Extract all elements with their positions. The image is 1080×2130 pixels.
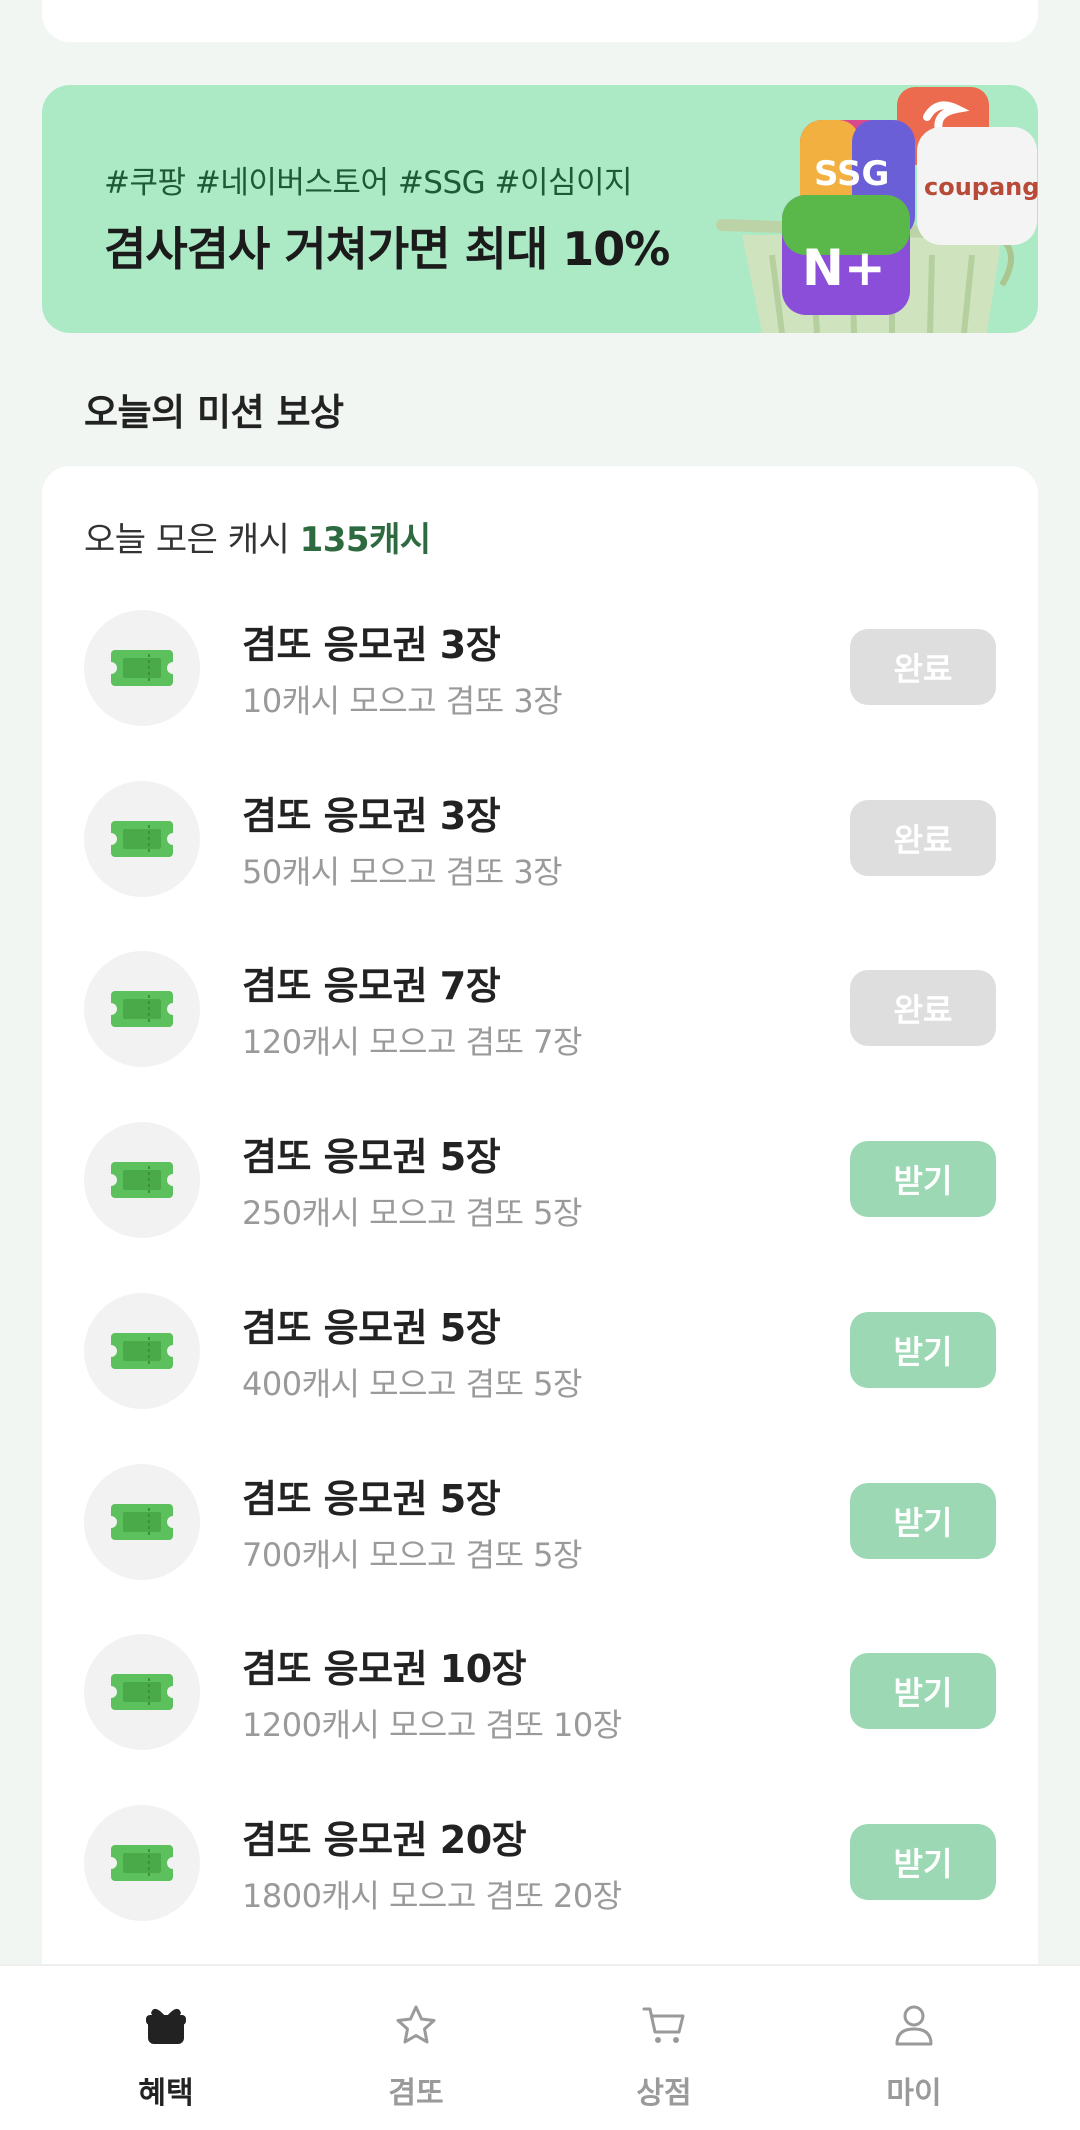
naver-plus-logo-text: N+ <box>802 239 886 297</box>
ticket-thumb <box>84 780 200 897</box>
cash-summary: 오늘 모은 캐시 135캐시 <box>84 512 431 561</box>
star-icon <box>396 2005 436 2044</box>
ticket-thumb <box>84 1804 200 1921</box>
shopping-basket-illustration: coupang SSG N+ <box>716 87 1038 333</box>
mission-row: 겸또 응모권 7장 120캐시 모으고 겸또 7장 완료 <box>42 951 1038 1101</box>
mission-row: 겸또 응모권 10장 1200캐시 모으고 겸또 10장 받기 <box>42 1634 1038 1784</box>
mission-title: 겸또 응모권 3장 <box>242 793 501 838</box>
mission-subtitle: 10캐시 모으고 겸또 3장 <box>242 682 563 720</box>
coupang-logo-text: coupang <box>924 173 1038 201</box>
claim-button[interactable]: 받기 <box>850 1653 996 1730</box>
mission-subtitle: 120캐시 모으고 겸또 7장 <box>242 1023 582 1062</box>
ticket-icon <box>111 1674 173 1711</box>
ticket-icon <box>111 1844 173 1881</box>
mission-subtitle: 50캐시 모으고 겸또 3장 <box>242 852 563 891</box>
banner-title: 겸사겸사 거쳐가면 최대 10% <box>104 222 670 276</box>
ticket-thumb <box>84 1122 200 1239</box>
mission-title: 겸또 응모권 10장 <box>242 1647 527 1692</box>
completed-button[interactable]: 완료 <box>850 799 996 876</box>
ticket-icon <box>111 1162 173 1199</box>
mission-card: 오늘 모은 캐시 135캐시 겸또 응모권 3장 10캐시 모으고 겸또 3장 완료… <box>42 466 1038 2026</box>
person-icon <box>895 2005 933 2046</box>
cash-amount: 135캐시 <box>299 520 432 560</box>
ticket-thumb <box>84 610 200 726</box>
promo-banner[interactable]: #쿠팡 #네이버스토어 #SSG #이심이지 겸사겸사 거쳐가면 최대 10% … <box>42 85 1038 333</box>
claim-button[interactable]: 받기 <box>850 1141 996 1218</box>
mission-title: 겸또 응모권 5장 <box>242 1476 501 1521</box>
ticket-thumb <box>84 1463 200 1580</box>
mission-row: 겸또 응모권 5장 700캐시 모으고 겸또 5장 받기 <box>42 1463 1038 1614</box>
nav-label: 겸또 <box>388 2076 444 2111</box>
ticket-icon <box>111 650 173 686</box>
ticket-icon <box>111 820 173 857</box>
mission-row: 겸또 응모권 20장 1800캐시 모으고 겸또 20장 받기 <box>42 1804 1038 1955</box>
mission-title: 겸또 응모권 5장 <box>242 1135 501 1180</box>
mission-title: 겸또 응모권 3장 <box>242 623 501 667</box>
page: #쿠팡 #네이버스토어 #SSG #이심이지 겸사겸사 거쳐가면 최대 10% … <box>0 0 1080 2130</box>
ticket-thumb <box>84 1292 200 1409</box>
ticket-icon <box>111 991 173 1028</box>
section-title: 오늘의 미션 보상 <box>84 391 344 434</box>
claim-button[interactable]: 받기 <box>850 1482 996 1559</box>
nav-tab-my[interactable]: 마이 <box>814 1966 1014 2130</box>
mission-row: 겸또 응모권 5장 400캐시 모으고 겸또 5장 받기 <box>42 1292 1038 1443</box>
nav-tab-shop[interactable]: 상점 <box>564 1966 764 2130</box>
gift-icon <box>146 2008 186 2044</box>
ssg-logo-text: SSG <box>814 154 889 194</box>
ticket-icon <box>111 1332 173 1369</box>
banner-tags: #쿠팡 #네이버스토어 #SSG #이심이지 <box>104 165 633 201</box>
mission-row: 겸또 응모권 3장 50캐시 모으고 겸또 3장 완료 <box>42 780 1038 931</box>
mission-subtitle: 1800캐시 모으고 겸또 20장 <box>242 1876 622 1915</box>
claim-button[interactable]: 받기 <box>850 1311 996 1388</box>
mission-title: 겸또 응모권 5장 <box>242 1305 501 1350</box>
top-card <box>42 0 1038 42</box>
mission-subtitle: 1200캐시 모으고 겸또 10장 <box>242 1706 622 1745</box>
completed-button[interactable]: 완료 <box>850 970 996 1047</box>
claim-button[interactable]: 받기 <box>850 1823 996 1900</box>
mission-title: 겸또 응모권 20장 <box>242 1817 527 1862</box>
nav-label: 혜택 <box>138 2076 194 2111</box>
ticket-icon <box>111 1503 173 1540</box>
mission-subtitle: 700캐시 모으고 겸또 5장 <box>242 1535 582 1574</box>
mission-row: 겸또 응모권 3장 10캐시 모으고 겸또 3장 완료 <box>42 610 1038 760</box>
completed-button[interactable]: 완료 <box>850 629 996 705</box>
ticket-thumb <box>84 951 200 1068</box>
cart-icon <box>642 2007 685 2043</box>
mission-title: 겸또 응모권 7장 <box>242 964 501 1009</box>
cash-summary-label: 오늘 모은 캐시 <box>84 520 300 560</box>
nav-tab-benefits[interactable]: 혜택 <box>66 1966 266 2130</box>
ticket-thumb <box>84 1634 200 1751</box>
mission-subtitle: 250캐시 모으고 겸또 5장 <box>242 1194 582 1233</box>
mission-subtitle: 400캐시 모으고 겸또 5장 <box>242 1364 582 1403</box>
nav-label: 마이 <box>886 2076 942 2111</box>
nav-tab-gyeomtto[interactable]: 겸또 <box>316 1966 516 2130</box>
mission-row: 겸또 응모권 5장 250캐시 모으고 겸또 5장 받기 <box>42 1122 1038 1272</box>
bottom-nav: 혜택 겸또 상점 마이 <box>0 1964 1080 2130</box>
nav-label: 상점 <box>636 2076 692 2111</box>
